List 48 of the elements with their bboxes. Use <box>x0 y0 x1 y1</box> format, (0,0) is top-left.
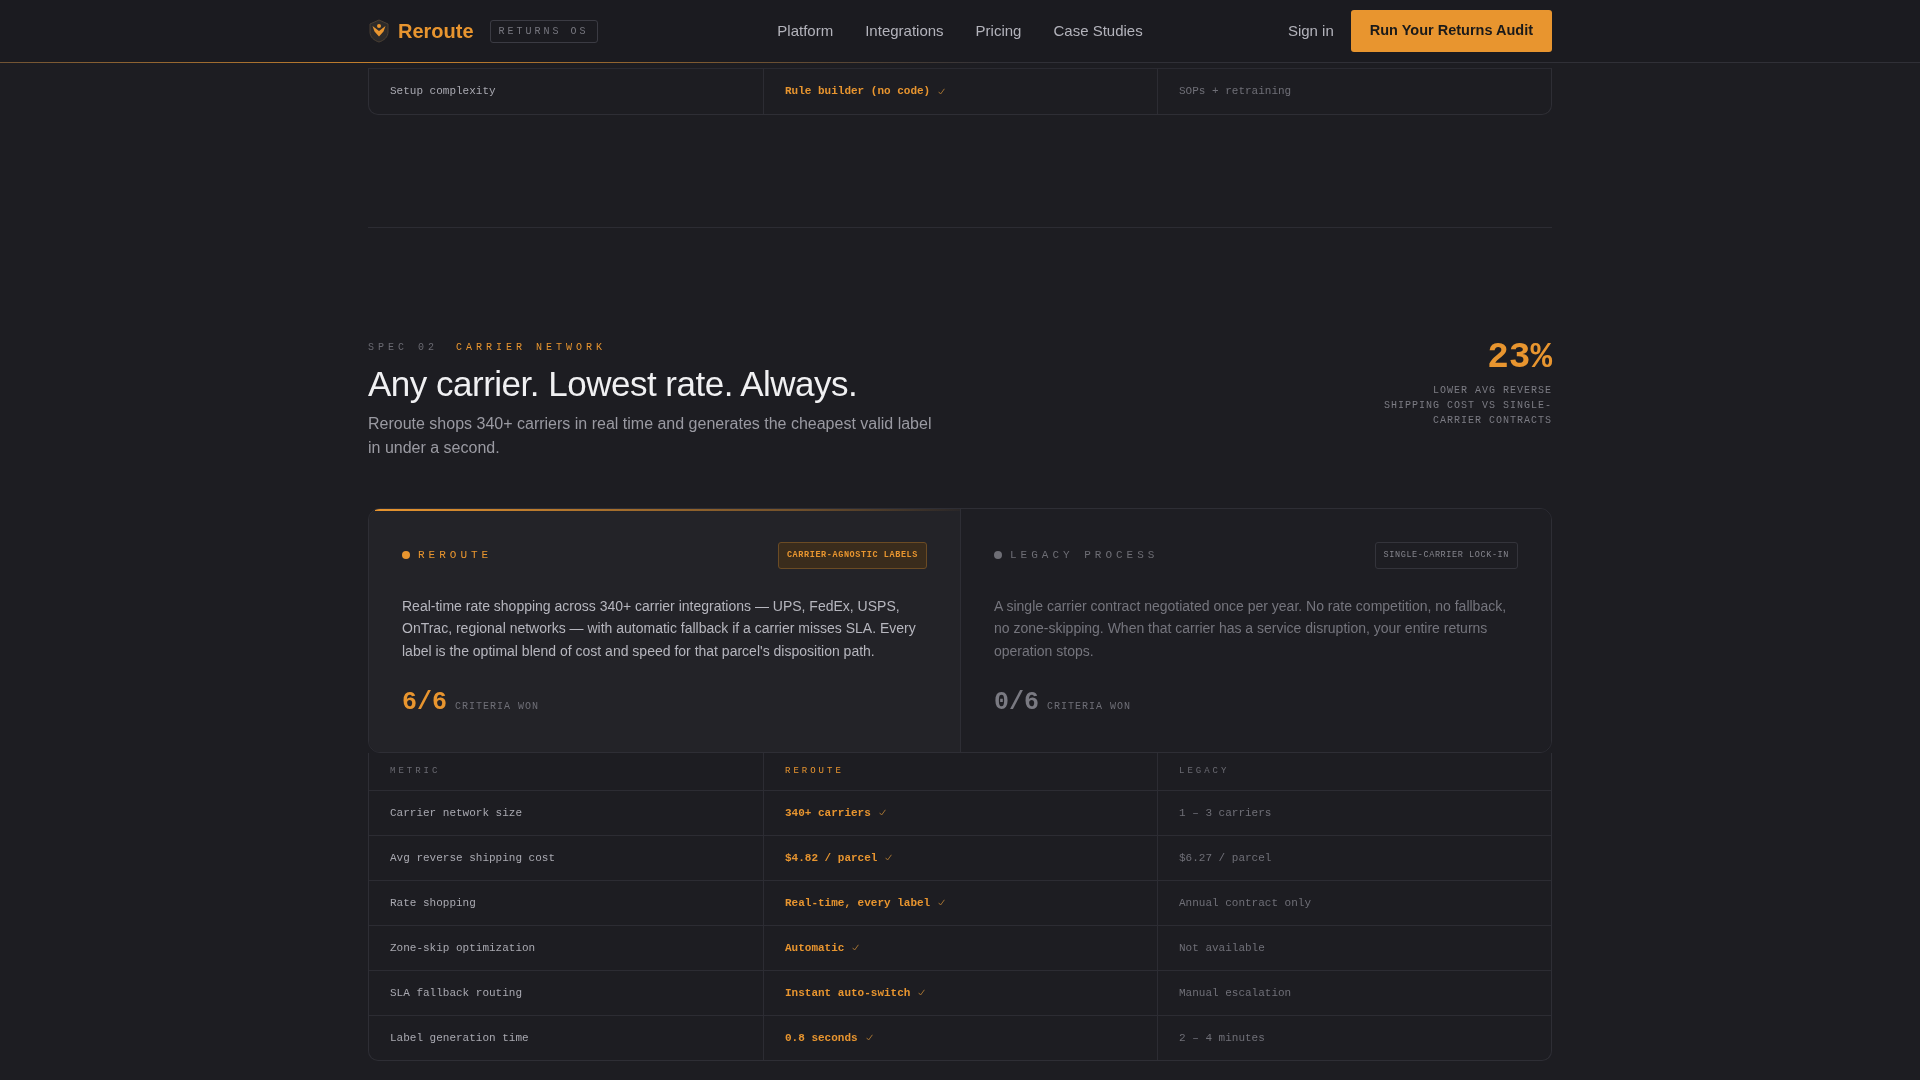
nav-link[interactable]: Pricing <box>975 19 1022 43</box>
legacy-cell: SOPs + retraining <box>1157 69 1551 114</box>
legacy-cell: $6.27 / parcel <box>1157 835 1551 880</box>
metric-cell-text: Rate shopping <box>389 895 477 911</box>
metric-cell-text: SLA fallback routing <box>389 985 524 1001</box>
section-eyebrow: SPEC 02 CARRIER NETWORK <box>368 341 608 355</box>
sign-in-link[interactable]: Sign in <box>1287 19 1334 43</box>
metric-cell-text: Setup complexity <box>389 84 497 100</box>
card-description: Real-time rate shopping across 340+ carrier integrations — UPS, FedEx, USPS, OnTrac, regional networks — with automatic fallback if a carrier misses SLA. Every label is the optimal blend of cost and speed for that parcel's disposition path. <box>402 596 917 661</box>
legacy-cell: Not available <box>1157 925 1551 970</box>
card-description: A single carrier contract negotiated once per year. No rate competition, no fallback, no zone-skipping. When that carrier has a service disruption, your entire returns operation stops. <box>994 596 1508 661</box>
reroute-value: Rule builder (no code) <box>785 84 931 100</box>
metric-cell-text: Carrier network size <box>389 805 524 821</box>
card-title: REROUTE <box>418 548 493 564</box>
nav-link[interactable]: Platform <box>777 19 834 43</box>
audit-button[interactable]: Run Your Returns Audit <box>1350 10 1552 52</box>
card-tag: CARRIER-AGNOSTIC LABELS <box>777 542 927 569</box>
reroute-value: Instant auto-switch <box>785 985 911 1001</box>
reroute-value: $4.82 / parcel <box>785 850 878 866</box>
column-header: REROUTE <box>763 752 1157 790</box>
shield-icon <box>368 19 390 43</box>
metric-cell-text: Zone-skip optimization <box>389 940 537 956</box>
product-tag: RETURNS OS <box>489 19 598 43</box>
score-value: 6/6 <box>402 687 447 720</box>
section-title: Any carrier. Lowest rate. Always. <box>368 363 859 405</box>
section-lead: Reroute shops 340+ carriers in real time and generates the cheapest valid label in under a second. <box>368 414 933 458</box>
metric-cell-text: Avg reverse shipping cost <box>389 850 557 866</box>
score-value: 0/6 <box>994 687 1039 720</box>
card-title: LEGACY PROCESS <box>1010 548 1159 564</box>
stat-caption: LOWER AVG REVERSE SHIPPING COST VS SINGLE-CARRIER CONTRACTS <box>1382 384 1552 428</box>
nav-link[interactable]: Case Studies <box>1053 19 1143 43</box>
legacy-cell: 1 – 3 carriers <box>1157 790 1551 835</box>
legacy-cell: Annual contract only <box>1157 880 1551 925</box>
legacy-cell: 2 – 4 minutes <box>1157 1015 1551 1060</box>
column-header: LEGACY <box>1157 752 1551 790</box>
score-label: CRITERIA WON <box>1047 700 1132 715</box>
reroute-value: Automatic <box>785 940 845 956</box>
reroute-value: 0.8 seconds <box>785 1030 858 1046</box>
legacy-cell: Manual escalation <box>1157 970 1551 1015</box>
card-tag: SINGLE-CARRIER LOCK-IN <box>1374 542 1518 569</box>
score-label: CRITERIA WON <box>455 700 540 715</box>
reroute-value: Real-time, every label <box>785 895 931 911</box>
reroute-value: 340+ carriers <box>785 805 871 821</box>
nav-link[interactable]: Integrations <box>865 19 944 43</box>
stat-value: 23% <box>1487 340 1552 376</box>
metric-cell-text: Label generation time <box>389 1030 530 1046</box>
brand-name[interactable]: Reroute <box>398 16 474 46</box>
column-header: METRIC <box>389 764 442 778</box>
